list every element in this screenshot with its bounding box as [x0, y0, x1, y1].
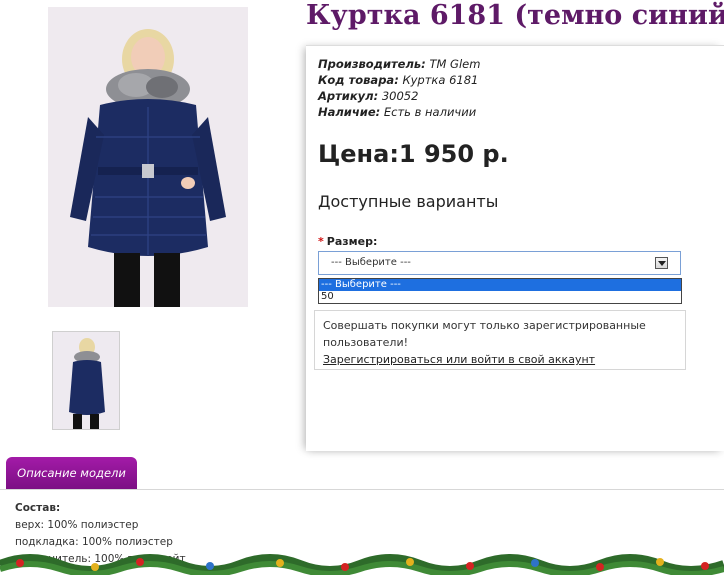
- required-mark: *: [318, 235, 324, 248]
- spec-value: 30052: [381, 89, 419, 103]
- product-info-panel: Производитель: ТМ Glem Код товара: Куртк…: [306, 45, 724, 451]
- login-notice: Совершать покупки могут только зарегистр…: [314, 310, 686, 370]
- spec-key: Артикул:: [318, 89, 379, 103]
- tab-divider: [0, 489, 724, 490]
- spec-row-product-code: Код товара: Куртка 6181: [318, 72, 480, 88]
- size-dropdown-list[interactable]: --- Выберите --- 50: [318, 278, 682, 304]
- description-heading: Состав:: [15, 502, 61, 514]
- size-label-text: Размер:: [326, 235, 378, 248]
- spec-row-availability: Наличие: Есть в наличии: [318, 104, 480, 120]
- product-specs: Производитель: ТМ Glem Код товара: Куртк…: [318, 56, 480, 120]
- spec-value: Есть в наличии: [383, 105, 477, 119]
- spec-key: Код товара:: [318, 73, 399, 87]
- size-option-placeholder[interactable]: --- Выберите ---: [319, 279, 681, 291]
- spec-key: Производитель:: [318, 57, 426, 71]
- product-price: Цена:1 950 р.: [318, 140, 509, 168]
- login-notice-text: Совершать покупки могут только зарегистр…: [323, 319, 646, 349]
- product-thumbnail[interactable]: [52, 331, 120, 430]
- spec-row-article: Артикул: 30052: [318, 88, 480, 104]
- christmas-garland-decoration: [0, 545, 724, 577]
- size-option-50[interactable]: 50: [319, 291, 681, 303]
- size-select[interactable]: --- Выберите ---: [318, 251, 681, 275]
- variants-heading: Доступные варианты: [318, 192, 499, 211]
- spec-value: Куртка 6181: [402, 73, 479, 87]
- size-select-value: --- Выберите ---: [331, 257, 411, 268]
- spec-key: Наличие:: [318, 105, 381, 119]
- product-title: Куртка 6181 (темно синий): [306, 0, 724, 31]
- tab-model-description[interactable]: Описание модели: [6, 457, 137, 489]
- register-login-link[interactable]: Зарегистрироваться или войти в свой акка…: [323, 351, 595, 368]
- size-label: * Размер:: [318, 235, 377, 248]
- product-main-photo[interactable]: [48, 7, 248, 307]
- description-line: верх: 100% полиэстер: [15, 519, 139, 531]
- chevron-down-icon[interactable]: [655, 257, 668, 269]
- spec-row-manufacturer: Производитель: ТМ Glem: [318, 56, 480, 72]
- spec-value: ТМ Glem: [429, 57, 481, 71]
